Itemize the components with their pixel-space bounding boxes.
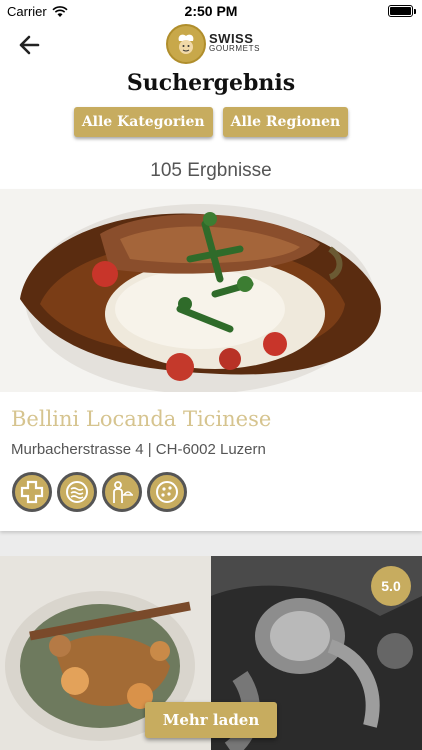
waiter-service-icon xyxy=(102,472,142,512)
restaurant-card[interactable]: Bellini Locanda Ticinese Murbacherstrass… xyxy=(0,189,422,531)
feature-icons xyxy=(12,472,187,512)
status-bar: Carrier 2:50 PM xyxy=(0,0,422,22)
first-aid-icon xyxy=(12,472,52,512)
restaurant-name: Bellini Locanda Ticinese xyxy=(11,407,272,431)
brand-logo: SWISS GOURMETS xyxy=(166,24,260,64)
restaurant-address: Murbacherstrasse 4 | CH-6002 Luzern xyxy=(11,441,266,458)
back-arrow-icon[interactable] xyxy=(14,30,46,60)
load-more-button[interactable]: Mehr laden xyxy=(145,702,277,738)
logo-word2: GOURMETS xyxy=(209,44,261,53)
clock: 2:50 PM xyxy=(184,3,238,19)
ventilation-icon xyxy=(57,472,97,512)
page-title: Suchergebnis xyxy=(126,70,296,96)
category-filter-button[interactable]: Alle Kategorien xyxy=(73,107,213,137)
filter-bar: Alle Kategorien Alle Regionen xyxy=(0,107,422,137)
rating-badge: 5.0 xyxy=(371,566,411,606)
region-filter-button[interactable]: Alle Regionen xyxy=(222,107,349,137)
logo-word1: SWISS xyxy=(209,31,254,46)
search-results-screen: Carrier 2:50 PM SWISS GOURMETS Suchergeb… xyxy=(0,0,422,750)
chef-icon xyxy=(166,24,206,64)
result-count: 105 Ergbnisse xyxy=(150,160,272,181)
pizza-icon xyxy=(147,472,187,512)
logo-wordmark: SWISS GOURMETS xyxy=(209,31,261,54)
header: SWISS GOURMETS Suchergebnis Alle Kategor… xyxy=(0,22,422,190)
restaurant-photo xyxy=(0,189,422,392)
battery-icon xyxy=(388,5,416,17)
